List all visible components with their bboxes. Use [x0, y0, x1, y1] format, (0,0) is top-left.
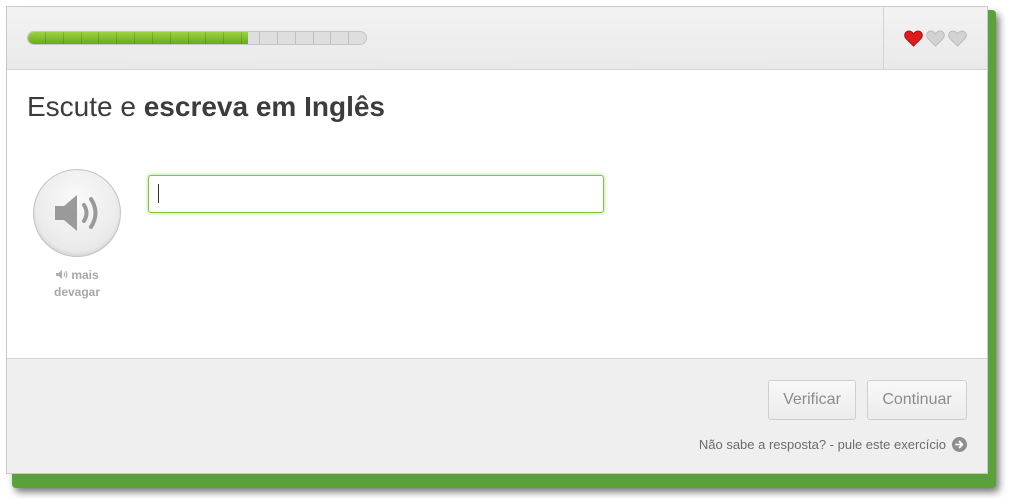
slower-label-line2: devagar — [53, 285, 101, 299]
title-emphasis: escreva em Inglês — [143, 91, 386, 122]
heart-full-icon — [904, 30, 923, 47]
skip-text: Não sabe a resposta? - pule este exercíc… — [698, 437, 946, 452]
lesson-progress-bar — [27, 31, 367, 45]
progress-segment — [189, 32, 207, 44]
progress-segment — [82, 32, 100, 44]
progress-segment — [99, 32, 118, 44]
progress-segment — [314, 32, 332, 44]
hearts-lives — [883, 7, 987, 69]
progress-segment — [349, 32, 366, 44]
progress-segment — [260, 32, 278, 44]
progress-segment — [117, 32, 136, 44]
answer-input[interactable] — [148, 175, 604, 213]
heart-empty-icon — [948, 30, 967, 47]
lesson-footer: Verificar Continuar Não sabe a resposta?… — [7, 358, 987, 473]
progress-segment — [135, 32, 153, 44]
progress-segment — [46, 32, 64, 44]
text-cursor — [158, 184, 159, 203]
progress-segment — [242, 32, 260, 44]
progress-segment — [153, 32, 171, 44]
progress-segment — [171, 32, 189, 44]
progress-segment — [64, 32, 82, 44]
slower-label-line1: mais — [71, 268, 99, 282]
exercise-title: Escute e escreva em Inglês — [27, 91, 385, 123]
speaker-icon — [55, 195, 98, 231]
progress-segment — [206, 32, 225, 44]
play-audio-button[interactable] — [33, 169, 121, 257]
progress-segment — [224, 32, 243, 44]
heart-empty-icon — [926, 30, 945, 47]
progress-segment — [28, 32, 46, 44]
title-prefix: Escute e — [27, 91, 144, 122]
small-speaker-icon — [56, 270, 68, 279]
continue-button[interactable]: Continuar — [867, 380, 967, 420]
progress-segment — [331, 32, 350, 44]
skip-exercise-link[interactable]: Não sabe a resposta? - pule este exercíc… — [699, 437, 967, 452]
lesson-window: Escute e escreva em Inglês mais devagar … — [6, 6, 988, 474]
progress-segments — [28, 32, 366, 44]
verify-button[interactable]: Verificar — [768, 380, 856, 420]
progress-segment — [278, 32, 296, 44]
arrow-right-circle-icon — [952, 437, 967, 452]
lesson-header — [7, 7, 987, 70]
progress-segment — [296, 32, 314, 44]
play-slower-button[interactable]: mais devagar — [41, 267, 113, 301]
